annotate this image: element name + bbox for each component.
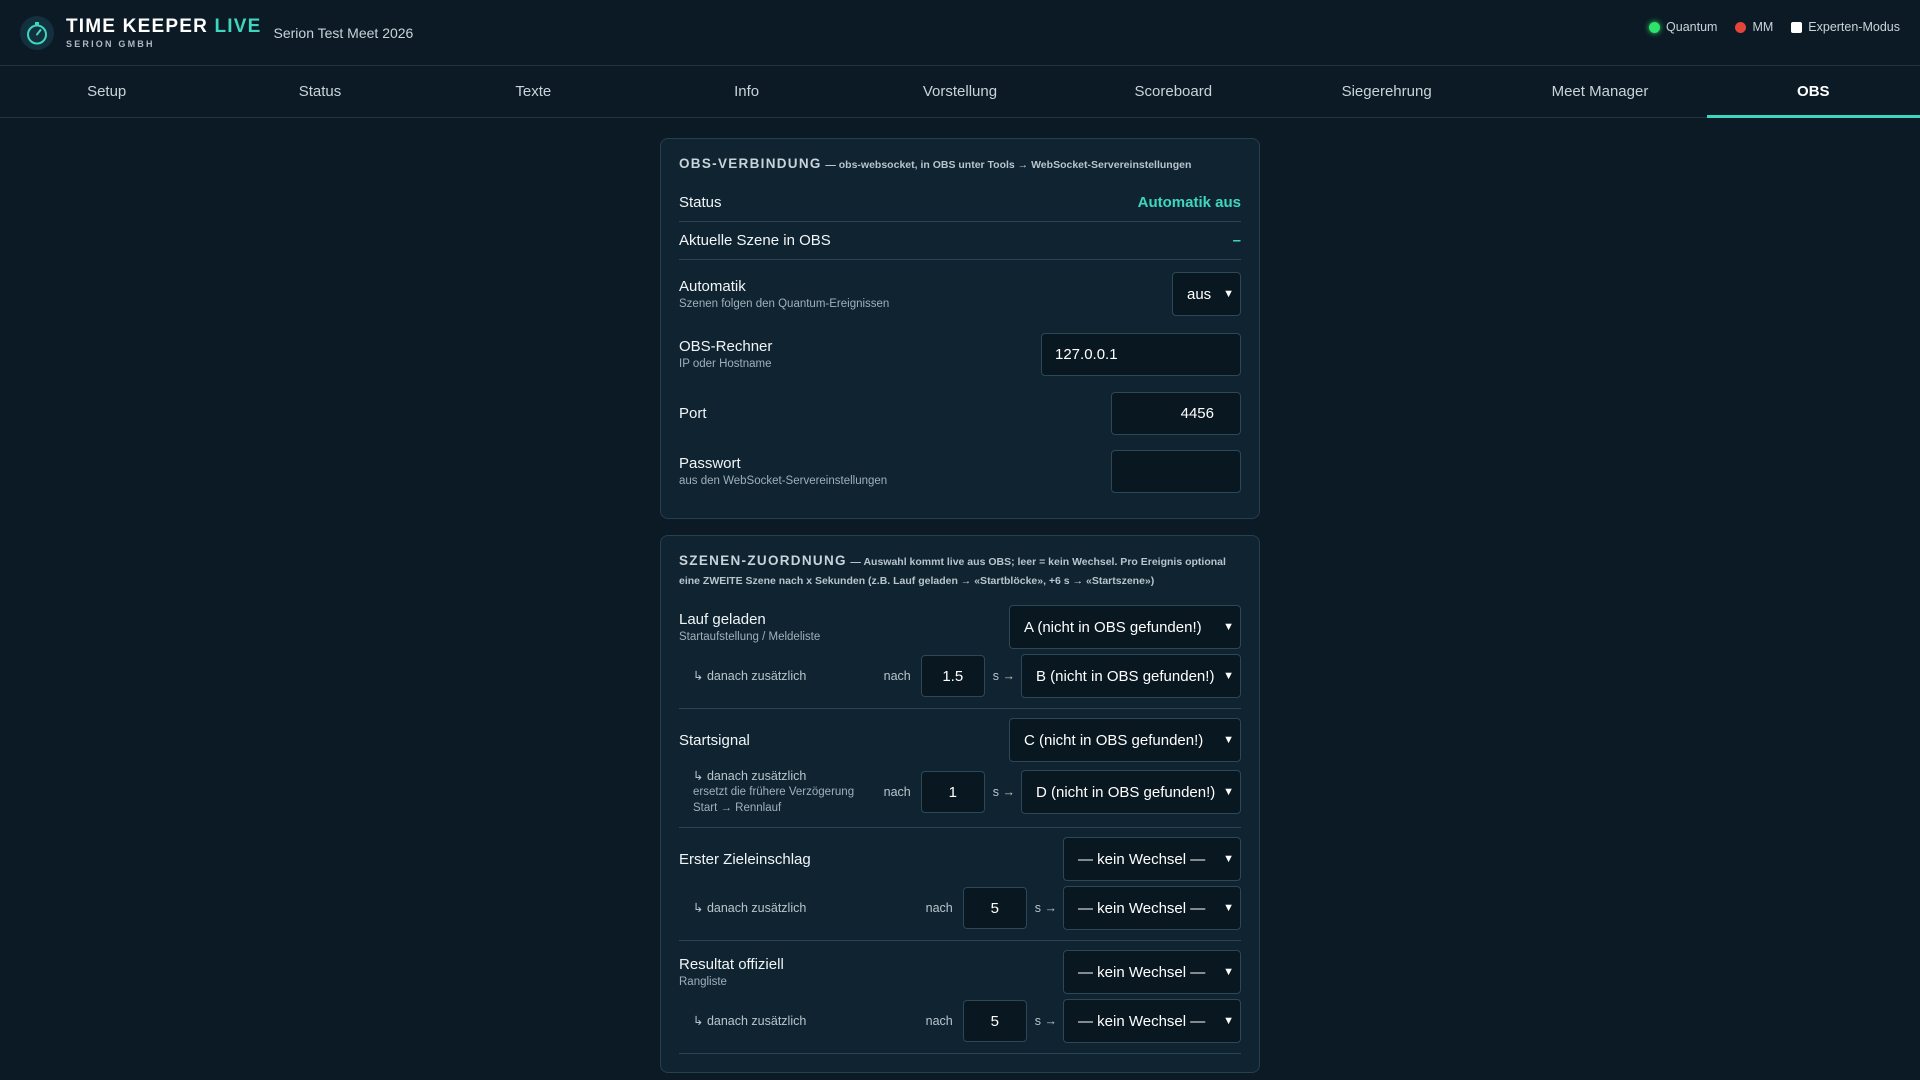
status-value: Automatik aus: [1137, 194, 1241, 211]
host-input[interactable]: 127.0.0.1: [1041, 332, 1241, 376]
current-scene-row: Aktuelle Szene in OBS –: [679, 222, 1241, 260]
followup-row: ↳ danach zusätzlich nach 5 s → — kein We…: [679, 886, 1241, 930]
main-content: OBS-VERBINDUNG — obs-websocket, in OBS u…: [660, 138, 1260, 1073]
password-input[interactable]: [1111, 449, 1241, 493]
meet-name: Serion Test Meet 2026: [273, 24, 414, 41]
delay-input[interactable]: 5: [962, 887, 1027, 929]
obs-connection-card: OBS-VERBINDUNG — obs-websocket, in OBS u…: [660, 138, 1260, 519]
followup-label: ↳ danach zusätzlich: [693, 669, 807, 683]
delay-input[interactable]: 1.5: [920, 655, 985, 697]
chevron-down-icon: ▼: [1223, 670, 1234, 682]
tab-setup[interactable]: Setup: [0, 66, 213, 117]
scene-select[interactable]: C (nicht in OBS gefunden!) ▼: [1009, 718, 1241, 762]
event-group-lauf-geladen: Lauf geladen Startaufstellung / Meldelis…: [679, 604, 1241, 709]
scene-select[interactable]: — kein Wechsel — ▼: [1063, 950, 1241, 994]
status-dot-icon: [1649, 21, 1661, 33]
event-group-erster-zieleinschlag: Erster Zieleinschlag — kein Wechsel — ▼ …: [679, 828, 1241, 941]
automatik-select[interactable]: aus ▼: [1172, 272, 1241, 316]
card-title: OBS-VERBINDUNG — obs-websocket, in OBS u…: [679, 156, 1192, 171]
event-group-startsignal: Startsignal C (nicht in OBS gefunden!) ▼…: [679, 709, 1241, 828]
tab-obs[interactable]: OBS: [1706, 66, 1920, 118]
tab-vorstellung[interactable]: Vorstellung: [853, 66, 1066, 117]
tab-scoreboard[interactable]: Scoreboard: [1067, 66, 1280, 117]
followup-row: ↳ danach zusätzlich ersetzt die frühere …: [679, 767, 1241, 817]
event-row: Erster Zieleinschlag — kein Wechsel — ▼: [679, 836, 1241, 882]
tab-texte[interactable]: Texte: [427, 66, 640, 117]
second-scene-select[interactable]: B (nicht in OBS gefunden!) ▼: [1021, 654, 1241, 698]
followup-note: ersetzt die frühere Verzögerung Start → …: [693, 786, 855, 814]
tab-siegerehrung[interactable]: Siegerehrung: [1280, 66, 1493, 117]
chevron-down-icon: ▼: [1223, 786, 1234, 798]
chevron-down-icon: ▼: [1223, 902, 1234, 914]
expert-mode-toggle[interactable]: Experten-Modus: [1791, 20, 1900, 34]
status-dot-icon: [1735, 21, 1747, 33]
status-row: Status Automatik aus: [679, 184, 1241, 222]
second-scene-select[interactable]: D (nicht in OBS gefunden!) ▼: [1021, 770, 1241, 814]
second-scene-select[interactable]: — kein Wechsel — ▼: [1063, 886, 1241, 930]
brand: TIME KEEPER LIVE SERION GMBH: [66, 17, 262, 49]
chevron-down-icon: ▼: [1223, 966, 1234, 978]
stopwatch-icon: [20, 15, 54, 50]
event-group-resultat-offiziell: Resultat offiziell Rangliste — kein Wech…: [679, 941, 1241, 1054]
checkbox[interactable]: [1791, 21, 1803, 33]
chevron-down-icon: ▼: [1223, 621, 1234, 633]
mm-indicator: MM: [1735, 20, 1773, 34]
scene-select[interactable]: — kein Wechsel — ▼: [1063, 837, 1241, 881]
chevron-down-icon: ▼: [1223, 288, 1234, 300]
port-row: Port 4456: [679, 384, 1241, 442]
brand-title: TIME KEEPER LIVE: [66, 15, 262, 37]
chevron-down-icon: ▼: [1223, 1015, 1234, 1027]
chevron-down-icon: ▼: [1223, 734, 1234, 746]
port-input[interactable]: 4456: [1111, 391, 1241, 435]
header-status-area: Quantum MM Experten-Modus: [1649, 0, 1900, 54]
followup-row: ↳ danach zusätzlich nach 5 s → — kein We…: [679, 999, 1241, 1043]
automatik-row: Automatik Szenen folgen den Quantum-Erei…: [679, 264, 1241, 324]
quantum-indicator: Quantum: [1649, 20, 1717, 34]
scene-mapping-card: SZENEN-ZUORDNUNG — Auswahl kommt live au…: [660, 535, 1260, 1073]
tab-meet-manager[interactable]: Meet Manager: [1493, 66, 1706, 117]
second-scene-select[interactable]: — kein Wechsel — ▼: [1063, 999, 1241, 1043]
password-row: Passwort aus den WebSocket-Servereinstel…: [679, 442, 1241, 500]
host-row: OBS-Rechner IP oder Hostname 127.0.0.1: [679, 324, 1241, 384]
event-row: Resultat offiziell Rangliste — kein Wech…: [679, 949, 1241, 995]
chevron-down-icon: ▼: [1223, 853, 1234, 865]
delay-input[interactable]: 5: [962, 1000, 1027, 1042]
tab-info[interactable]: Info: [640, 66, 853, 117]
delay-input[interactable]: 1: [920, 771, 985, 813]
main-nav: Setup Status Texte Info Vorstellung Scor…: [0, 66, 1920, 118]
app-header: TIME KEEPER LIVE SERION GMBH Serion Test…: [0, 0, 1920, 66]
current-scene-value: –: [1232, 232, 1241, 249]
event-row: Startsignal C (nicht in OBS gefunden!) ▼: [679, 717, 1241, 763]
tab-status[interactable]: Status: [213, 66, 426, 117]
card-title: SZENEN-ZUORDNUNG — Auswahl kommt live au…: [679, 553, 1226, 587]
event-row: Lauf geladen Startaufstellung / Meldelis…: [679, 604, 1241, 650]
scene-select[interactable]: A (nicht in OBS gefunden!) ▼: [1009, 605, 1241, 649]
brand-subtitle: SERION GMBH: [66, 38, 155, 49]
followup-row: ↳ danach zusätzlich nach 1.5 s → B (nich…: [679, 654, 1241, 698]
